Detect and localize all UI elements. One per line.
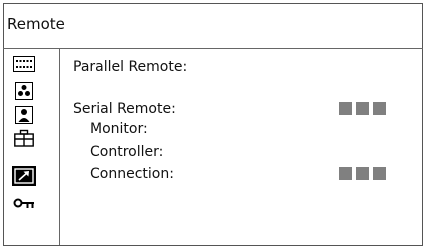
connection-value-block-1 [339, 167, 352, 180]
connection-label[interactable]: Connection: [90, 166, 174, 182]
briefcase-icon[interactable] [12, 128, 36, 148]
parallel-remote-label[interactable]: Parallel Remote: [73, 59, 187, 75]
maintenance-arrow-icon-graphic [14, 168, 34, 184]
serial-remote-label[interactable]: Serial Remote: [73, 101, 176, 117]
briefcase-icon-graphic [14, 129, 34, 147]
connection-value-block-3 [373, 167, 386, 180]
controller-label[interactable]: Controller: [90, 144, 163, 160]
monitor-label[interactable]: Monitor: [90, 121, 148, 137]
serial-remote-value-block-1 [339, 102, 352, 115]
page-title: Remote [7, 15, 65, 33]
color-circles-icon-graphic [15, 82, 33, 100]
serial-remote-value-block-2 [356, 102, 369, 115]
color-circles-icon[interactable] [12, 81, 36, 101]
key-icon[interactable] [12, 193, 36, 213]
key-icon-graphic [13, 198, 34, 208]
maintenance-arrow-icon[interactable] [12, 166, 36, 186]
person-icon-graphic [15, 106, 33, 124]
person-icon[interactable] [12, 105, 36, 125]
connection-value-block-2 [356, 167, 369, 180]
menu-list-icon-graphic [13, 56, 35, 72]
menu-list-icon[interactable] [12, 54, 36, 74]
serial-remote-value-block-3 [373, 102, 386, 115]
